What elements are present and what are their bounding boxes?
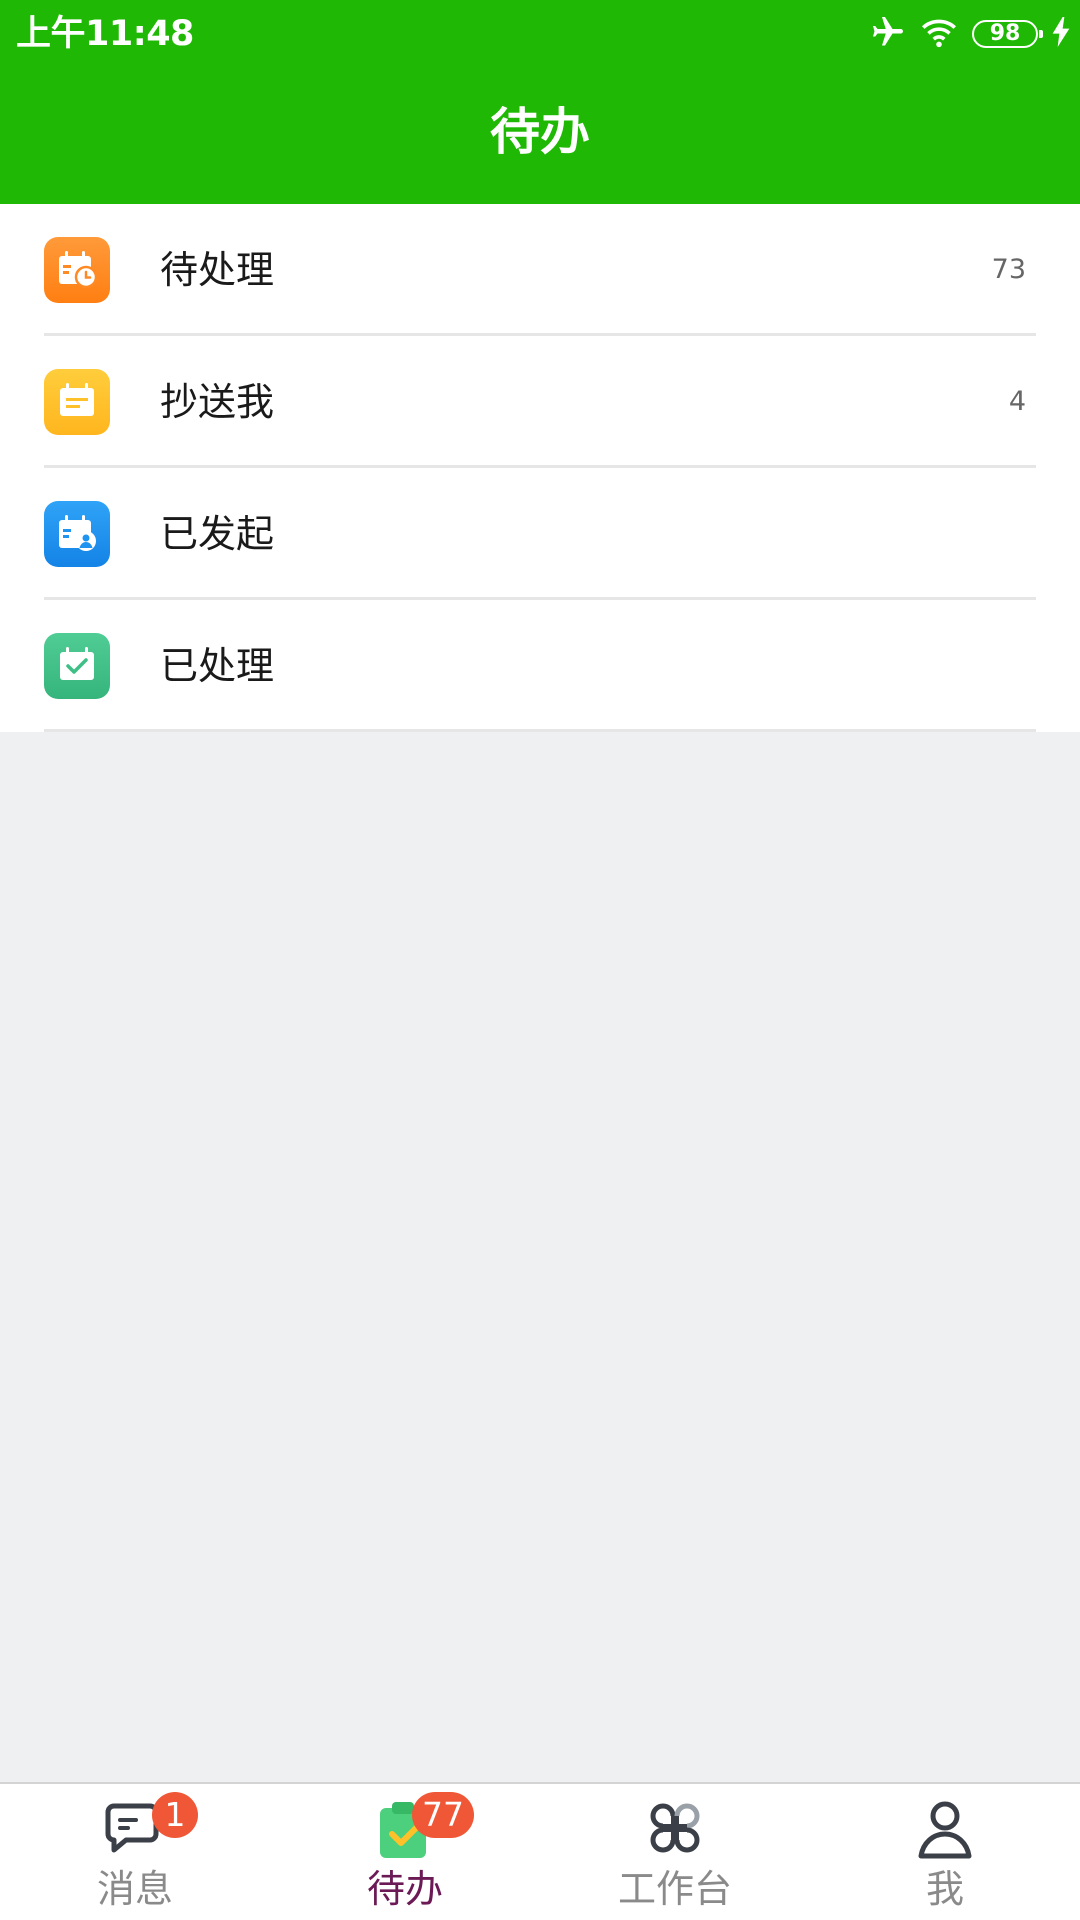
list-item-processed[interactable]: 已处理 xyxy=(0,600,1080,732)
person-icon xyxy=(910,1794,980,1864)
tab-badge: 77 xyxy=(412,1792,474,1838)
tab-badge: 1 xyxy=(152,1792,198,1838)
status-bar: 上午11:48 98 xyxy=(0,0,1080,68)
tab-workbench[interactable]: 工作台 xyxy=(540,1784,810,1920)
airplane-icon xyxy=(870,14,906,54)
list-item-label: 已处理 xyxy=(160,644,275,688)
list-item-initiated[interactable]: 已发起 xyxy=(0,468,1080,600)
charging-icon xyxy=(1052,17,1070,51)
list-item-label: 抄送我 xyxy=(160,380,275,424)
calendar-clock-icon xyxy=(44,237,110,303)
tab-label: 消息 xyxy=(96,1867,173,1911)
list-item-cc-me[interactable]: 抄送我 4 xyxy=(0,336,1080,468)
page-title: 待办 xyxy=(490,103,590,161)
wifi-icon xyxy=(920,15,958,53)
bottom-tab-bar: 1 消息 77 待办 工作台 我 xyxy=(0,1782,1080,1920)
status-time: 上午11:48 xyxy=(16,14,194,54)
count-badge: 4 xyxy=(1008,386,1026,417)
tab-me[interactable]: 我 xyxy=(810,1784,1080,1920)
list-item-label: 已发起 xyxy=(160,512,275,556)
divider xyxy=(44,729,1036,732)
calendar-person-icon xyxy=(44,501,110,567)
command-icon xyxy=(640,1794,710,1864)
list-item-label: 待处理 xyxy=(160,248,275,292)
tab-label: 我 xyxy=(925,1867,964,1911)
tab-label: 待办 xyxy=(366,1867,443,1911)
status-icons: 98 xyxy=(856,16,1070,52)
battery-icon: 98 xyxy=(972,20,1043,48)
header-bar: 上午11:48 98 待办 xyxy=(0,0,1080,204)
tab-todo[interactable]: 77 待办 xyxy=(270,1784,540,1920)
calendar-check-icon xyxy=(44,633,110,699)
battery-level: 98 xyxy=(989,21,1021,46)
list-item-pending[interactable]: 待处理 73 xyxy=(0,204,1080,336)
tab-messages[interactable]: 1 消息 xyxy=(0,1784,270,1920)
count-badge: 73 xyxy=(991,254,1026,285)
todo-list: 待处理 73 抄送我 4 已发起 已处理 xyxy=(0,204,1080,732)
calendar-list-icon xyxy=(44,369,110,435)
tab-label: 工作台 xyxy=(617,1867,732,1911)
